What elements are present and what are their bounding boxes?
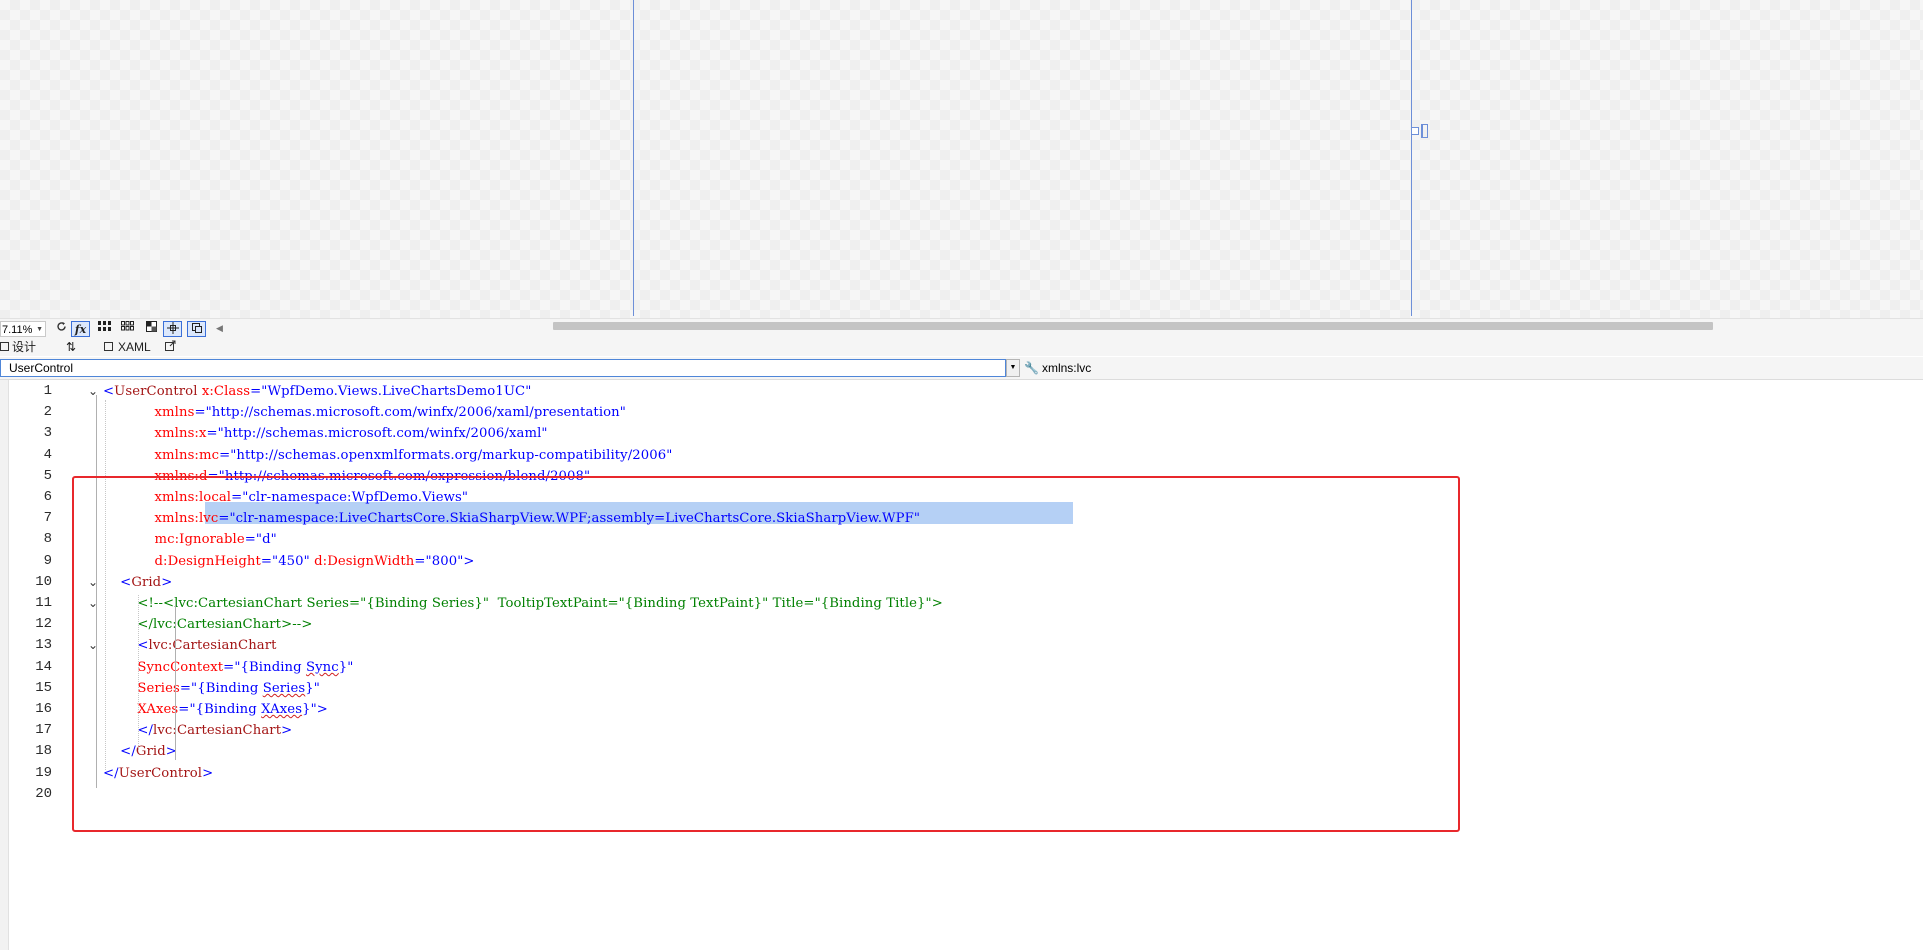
code-token: =" (219, 448, 237, 463)
code-token: " (541, 426, 548, 441)
code-token: =" (206, 426, 224, 441)
code-token: xmlns:x (154, 426, 207, 441)
editor-left-margin (0, 380, 9, 950)
code-line[interactable]: <UserControl x:Class="WpfDemo.Views.Live… (103, 381, 531, 402)
right-guide-line (1411, 0, 1412, 316)
swap-panes-button[interactable]: ⇅ (66, 339, 76, 355)
navigation-bar: UserControl ▼ 🔧 xmlns:lvc (0, 357, 1923, 380)
line-number: 12 (35, 616, 52, 632)
xaml-view-icon (104, 342, 113, 351)
tab-xaml-label: XAML (118, 340, 151, 354)
line-number: 18 (35, 743, 52, 759)
chevron-down-icon: ▼ (36, 326, 43, 333)
line-number: 13 (35, 637, 52, 653)
line-number: 17 (35, 722, 52, 738)
code-line[interactable]: xmlns="http://schemas.microsoft.com/winf… (103, 402, 626, 423)
code-line[interactable]: xmlns:mc="http://schemas.openxmlformats.… (103, 445, 673, 466)
line-number: 9 (43, 553, 52, 569)
code-token: http://schemas.microsoft.com/winfx/2006/… (223, 426, 542, 441)
code-token: xmlns:mc (154, 448, 220, 463)
zoom-value: 7.11% (2, 324, 33, 336)
fx-label: fx (74, 323, 87, 336)
code-token: x:Class (201, 384, 251, 399)
design-view-icon (0, 342, 9, 351)
code-line[interactable]: xmlns:x="http://schemas.microsoft.com/wi… (103, 423, 548, 444)
view-tab-bar: 设计 ⇅ XAML (0, 338, 1923, 356)
selection-bracket-icon (1421, 124, 1428, 138)
code-token: http://schemas.openxmlformats.org/markup… (236, 448, 667, 463)
member-dropdown[interactable]: 🔧 xmlns:lvc (1024, 359, 1091, 377)
resize-handle[interactable] (1411, 127, 1419, 135)
refresh-icon[interactable] (52, 321, 71, 337)
line-number: 16 (35, 701, 52, 717)
code-token: " (525, 384, 532, 399)
line-number: 1 (43, 383, 52, 399)
line-number: 20 (35, 786, 52, 802)
code-token: " (666, 448, 673, 463)
code-token: =" (250, 384, 268, 399)
line-number: 15 (35, 680, 52, 696)
line-number: 5 (43, 468, 52, 484)
tab-xaml[interactable]: XAML (104, 339, 151, 355)
snap-grid-icon[interactable] (118, 321, 137, 337)
code-token: UserControl (114, 384, 198, 399)
line-number: 2 (43, 404, 52, 420)
line-number: 11 (35, 595, 52, 611)
background-icon[interactable] (142, 321, 161, 337)
swap-icon: ⇅ (66, 340, 77, 354)
snap-lines-icon[interactable] (163, 321, 182, 337)
line-number: 7 (43, 510, 52, 526)
wrench-icon: 🔧 (1024, 361, 1039, 375)
code-token: http://schemas.microsoft.com/winfx/2006/… (211, 405, 620, 420)
left-guide-line (633, 0, 634, 316)
element-dropdown[interactable]: UserControl (0, 359, 1006, 377)
fx-effects-button[interactable]: fx (71, 321, 90, 337)
line-number: 10 (35, 574, 52, 590)
code-token: =" (194, 405, 212, 420)
line-number: 19 (35, 765, 52, 781)
annotation-highlight-box (72, 476, 1460, 832)
line-number: 3 (43, 425, 52, 441)
popout-icon[interactable] (165, 339, 176, 355)
horizontal-scrollbar[interactable] (553, 322, 1713, 330)
line-number: 4 (43, 447, 52, 463)
code-token: " (619, 405, 626, 420)
code-token: < (103, 384, 115, 399)
design-surface[interactable] (0, 0, 1923, 318)
line-number: 6 (43, 489, 52, 505)
tab-design-label: 设计 (12, 340, 37, 354)
code-token: xmlns (154, 405, 195, 420)
grid-icon[interactable] (95, 321, 114, 337)
chevron-down-icon[interactable]: ▼ (1006, 359, 1020, 377)
line-number: 14 (35, 659, 52, 675)
element-dropdown-value: UserControl (9, 361, 74, 375)
member-dropdown-value: xmlns:lvc (1041, 361, 1092, 375)
tab-design[interactable]: 设计 (0, 339, 36, 355)
zoom-select[interactable]: 7.11% ▼ (0, 321, 46, 337)
code-token: WpfDemo.Views.LiveChartsDemo1UC (267, 384, 526, 399)
line-number: 8 (43, 531, 52, 547)
triangle-left-icon[interactable]: ◀ (210, 321, 229, 337)
device-icon[interactable] (187, 321, 206, 337)
